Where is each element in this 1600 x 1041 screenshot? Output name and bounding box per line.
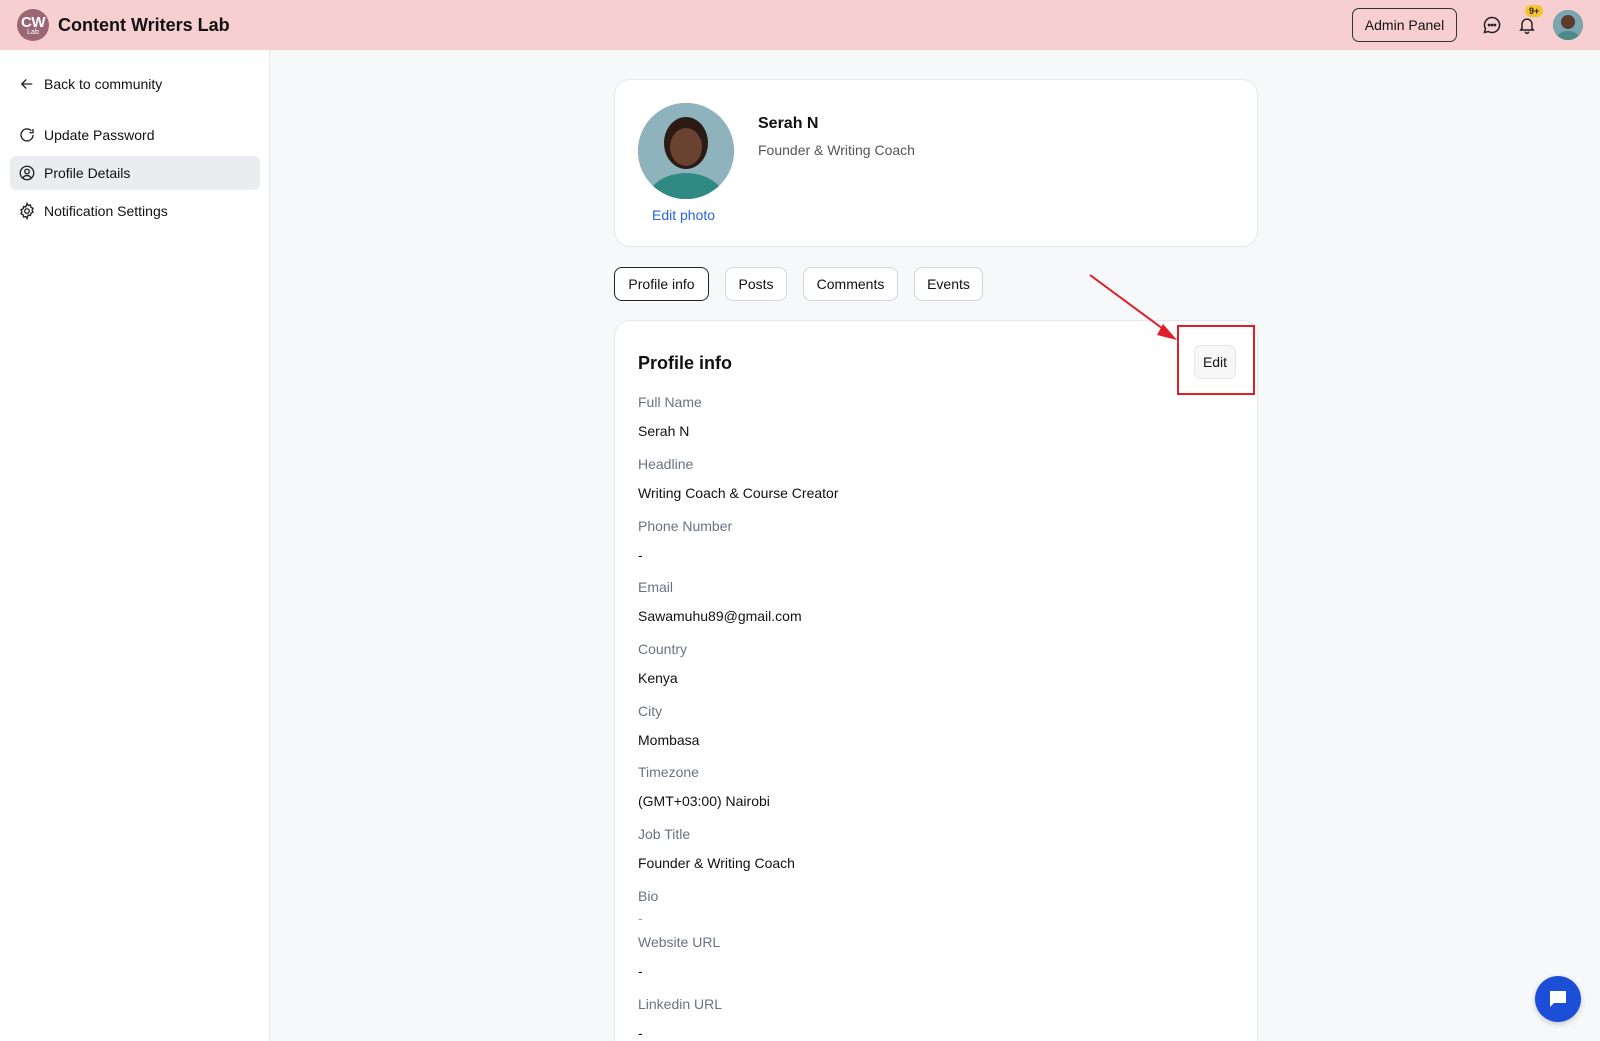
field-value: -	[638, 1025, 643, 1041]
notification-badge: 9+	[1525, 5, 1544, 17]
back-to-community-link[interactable]: Back to community	[18, 75, 162, 93]
field-value: Founder & Writing Coach	[638, 855, 795, 871]
profile-info-title: Profile info	[638, 353, 732, 373]
chat-support-button[interactable]	[1535, 976, 1581, 1022]
field-label: Job Title	[638, 826, 691, 842]
field-headline: Headline Writing Coach & Course Creator	[638, 456, 838, 501]
field-city: City Mombasa	[638, 703, 699, 748]
sidebar-item-notification-settings[interactable]: Notification Settings	[10, 194, 260, 228]
field-value: Kenya	[638, 670, 678, 686]
field-value: Mombasa	[638, 732, 700, 748]
field-value: -	[638, 547, 643, 563]
field-label: Phone Number	[638, 518, 733, 534]
sidebar-item-label: Notification Settings	[44, 203, 168, 219]
profile-info-card: Profile info Edit Full Name Serah N Head…	[614, 320, 1258, 1041]
field-full-name: Full Name Serah N	[638, 394, 702, 439]
field-label: Website URL	[638, 934, 721, 950]
profile-role: Founder & Writing Coach	[758, 142, 915, 158]
messages-icon[interactable]	[1480, 13, 1504, 37]
refresh-icon	[20, 128, 34, 142]
logo-text: CW	[21, 13, 46, 31]
arrow-left-icon	[20, 79, 33, 89]
main-content: Edit photo Serah N Founder & Writing Coa…	[270, 50, 1600, 1041]
field-label: Linkedin URL	[638, 996, 723, 1012]
field-label: Headline	[638, 456, 694, 472]
field-value: Serah N	[638, 423, 690, 439]
field-label: Full Name	[638, 394, 702, 410]
sidebar-item-update-password[interactable]: Update Password	[10, 118, 260, 152]
app-name: Content Writers Lab	[58, 14, 230, 35]
brand[interactable]: CW Lab Content Writers Lab	[17, 9, 230, 41]
field-website-url: Website URL -	[638, 934, 720, 979]
sidebar: Back to community Update Password Profil…	[0, 50, 270, 1041]
user-circle-icon	[19, 165, 35, 181]
field-label: Bio	[638, 888, 659, 904]
user-avatar[interactable]	[1553, 10, 1583, 40]
sidebar-item-profile-details[interactable]: Profile Details	[10, 156, 260, 190]
field-value: Writing Coach & Course Creator	[638, 485, 839, 501]
profile-card: Edit photo Serah N Founder & Writing Coa…	[614, 79, 1258, 247]
field-label: City	[638, 703, 663, 719]
field-phone-number: Phone Number -	[638, 518, 732, 563]
field-value: Sawamuhu89@gmail.com	[638, 608, 802, 624]
gear-icon	[20, 202, 34, 220]
field-email: Email Sawamuhu89@gmail.com	[638, 579, 802, 624]
tab-posts[interactable]: Posts	[725, 267, 787, 301]
field-label: Email	[638, 579, 674, 595]
annotation-highlight-box	[1177, 325, 1255, 395]
tab-profile-info[interactable]: Profile info	[614, 267, 709, 301]
profile-tabs: Profile info Posts Comments Events	[614, 267, 999, 301]
profile-photo	[638, 103, 734, 199]
chat-bubble-icon	[1550, 991, 1566, 1007]
tab-comments[interactable]: Comments	[803, 267, 898, 301]
field-timezone: Timezone (GMT+03:00) Nairobi	[638, 764, 770, 809]
field-label: Country	[638, 641, 688, 657]
sidebar-item-label: Profile Details	[44, 165, 131, 181]
field-value: -	[638, 910, 643, 926]
profile-name: Serah N	[758, 115, 819, 132]
logo: CW Lab	[17, 9, 49, 41]
logo-subtext: Lab	[27, 28, 39, 36]
tab-events[interactable]: Events	[914, 267, 983, 301]
field-value: (GMT+03:00) Nairobi	[638, 793, 770, 809]
field-label: Timezone	[638, 764, 699, 780]
annotation-arrow	[1089, 274, 1177, 340]
field-bio: Bio -	[638, 888, 658, 926]
field-country: Country Kenya	[638, 641, 687, 686]
edit-photo-link[interactable]: Edit photo	[652, 207, 715, 223]
sidebar-item-label: Update Password	[44, 127, 155, 143]
field-linkedin-url: Linkedin URL -	[638, 996, 722, 1041]
back-label: Back to community	[44, 76, 163, 92]
admin-panel-button[interactable]: Admin Panel	[1352, 8, 1457, 42]
field-value: -	[638, 963, 643, 979]
field-job-title: Job Title Founder & Writing Coach	[638, 826, 795, 871]
